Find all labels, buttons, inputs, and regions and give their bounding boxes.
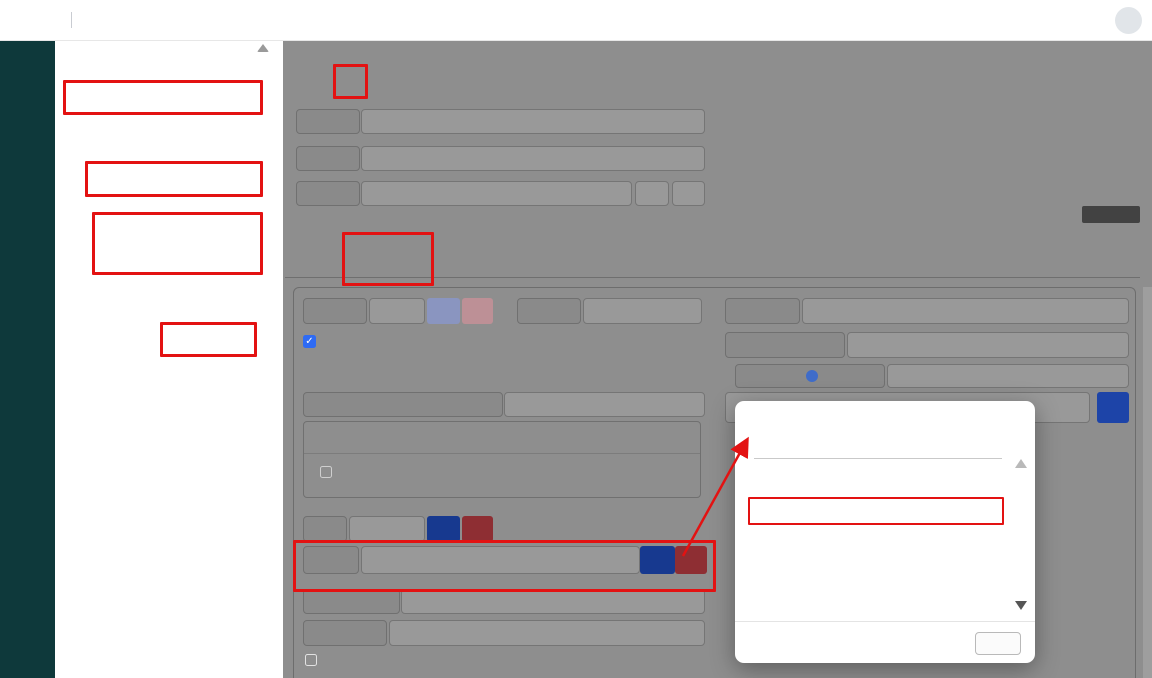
cancel-button[interactable] <box>975 632 1021 655</box>
app-rail <box>0 40 55 678</box>
top-bar <box>0 0 1152 41</box>
kategori-grupper-label <box>303 589 400 614</box>
synlighet-label <box>517 298 581 324</box>
videresending-title <box>304 422 700 454</box>
listeside-clear-button[interactable] <box>462 298 493 324</box>
mal-clear-button[interactable] <box>462 516 493 542</box>
navn-input[interactable] <box>361 109 705 134</box>
annotation-box-save <box>333 64 368 99</box>
mal-value <box>349 516 425 542</box>
home-button[interactable] <box>0 0 55 40</box>
logical-url-input[interactable] <box>361 181 632 206</box>
ekategoriid-label <box>303 620 387 646</box>
main-content: ✓ <box>283 40 1152 678</box>
meny-undersider-label <box>303 392 503 417</box>
videresending-checkbox[interactable] <box>320 466 332 478</box>
tittel-input[interactable] <box>361 146 705 171</box>
avatar[interactable] <box>1115 7 1142 34</box>
brand <box>63 0 80 40</box>
flagg-value <box>361 546 640 574</box>
logical-url-dropdown-button[interactable] <box>635 181 669 206</box>
logical-url-delete-button[interactable] <box>672 181 705 206</box>
flagg-browse-button[interactable] <box>640 546 675 574</box>
ekategoriid-input[interactable] <box>389 620 705 646</box>
help-question-icon[interactable] <box>806 370 818 382</box>
modal-footer-divider <box>735 621 1035 622</box>
annotation-box-kampanje-row <box>748 497 1004 525</box>
modal-scroll-up-icon[interactable] <box>1015 459 1027 468</box>
nav-scroll-up-icon[interactable] <box>257 44 269 52</box>
search-boost-label <box>725 332 845 358</box>
listeside-label <box>303 298 367 324</box>
meny-undersider-input[interactable] <box>504 392 705 417</box>
velg-element-modal <box>735 401 1035 663</box>
listeside-browse-button[interactable] <box>427 298 460 324</box>
modal-scroll-down-icon[interactable] <box>1015 601 1027 610</box>
css-klasse-label <box>725 298 800 324</box>
ekskluder-checkbox[interactable] <box>305 654 317 666</box>
eneste-synlige-value <box>887 364 1129 388</box>
oppdater-navn-checkbox[interactable]: ✓ <box>303 335 316 348</box>
logical-url-label <box>296 181 360 206</box>
annotation-box-ski <box>160 322 257 357</box>
navn-label <box>296 109 360 134</box>
listeside-value <box>369 298 425 324</box>
search-boost-input[interactable] <box>847 332 1129 358</box>
brand-divider <box>71 12 72 28</box>
mal-label <box>303 516 347 542</box>
videresending-group <box>303 421 701 498</box>
annotation-box-meny <box>85 161 263 197</box>
flagg-clear-button[interactable] <box>675 546 707 574</box>
add-row-button[interactable] <box>1097 392 1129 423</box>
mal-browse-button[interactable] <box>427 516 460 542</box>
css-klasse-input[interactable] <box>802 298 1129 324</box>
flagg-label <box>303 546 359 574</box>
annotation-box-produkter <box>63 80 263 115</box>
synlighet-select[interactable] <box>583 298 702 324</box>
flagg-table <box>754 458 1002 459</box>
eneste-synlige-label <box>735 364 885 388</box>
tab-divider <box>285 277 1140 278</box>
tittel-label <box>296 146 360 171</box>
content-nav-panel <box>55 40 283 678</box>
annotation-box-vinter-skiutstyr <box>92 212 263 275</box>
id-badge <box>1082 206 1140 223</box>
kategori-grupper-value <box>401 589 705 614</box>
content-scrollbar[interactable] <box>1143 287 1152 678</box>
